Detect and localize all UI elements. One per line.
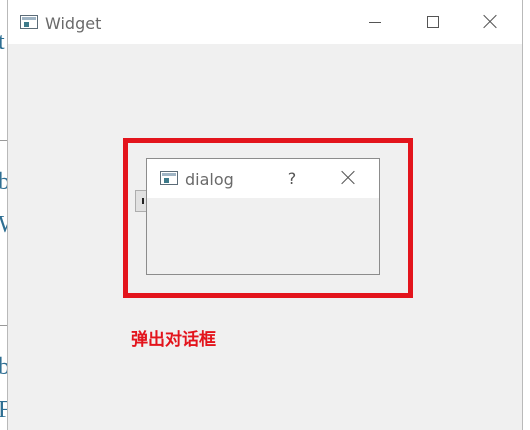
widget-window-title: Widget xyxy=(45,14,102,33)
maximize-icon xyxy=(427,16,439,28)
close-icon xyxy=(483,15,497,29)
help-button[interactable]: ? xyxy=(279,164,305,192)
close-icon xyxy=(341,171,355,185)
background-glyph: t xyxy=(0,29,5,55)
background-arrow-mark xyxy=(0,140,7,141)
minimize-button[interactable] xyxy=(360,8,390,36)
close-button[interactable] xyxy=(475,8,505,36)
app-window-icon xyxy=(20,15,38,29)
app-window-icon xyxy=(160,171,178,185)
annotation-label: 弹出对话框 xyxy=(131,330,216,350)
maximize-button[interactable] xyxy=(418,8,448,36)
dialog-window[interactable]: dialog ? xyxy=(146,158,380,275)
dialog-title: dialog xyxy=(185,170,234,189)
minimize-icon xyxy=(369,21,381,23)
widget-titlebar[interactable]: Widget xyxy=(8,0,522,44)
dialog-titlebar[interactable]: dialog ? xyxy=(147,159,379,198)
background-arrow-mark xyxy=(0,325,7,326)
dialog-close-button[interactable] xyxy=(334,164,362,192)
